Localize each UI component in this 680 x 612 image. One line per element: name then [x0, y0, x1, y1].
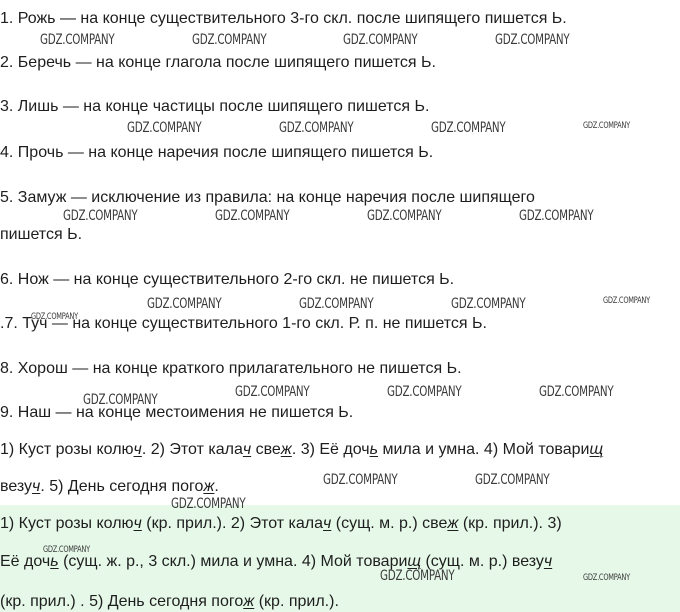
watermark: GDZ.COMPANY [519, 208, 594, 224]
watermark: GDZ.COMPANY [583, 121, 630, 131]
watermark: GDZ.COMPANY [475, 472, 550, 488]
watermark: GDZ.COMPANY [299, 296, 374, 312]
item-5: 5. Замуж — исключение из правила: на кон… [0, 189, 535, 206]
item-5-cont: пишется Ь. [0, 226, 83, 243]
watermark: GDZ.COMPANY [495, 32, 570, 48]
watermark: GDZ.COMPANY [147, 296, 222, 312]
watermark: GDZ.COMPANY [63, 208, 138, 224]
watermark: GDZ.COMPANY [215, 208, 290, 224]
watermark: GDZ.COMPANY [192, 32, 267, 48]
sentences-line-2: везуч. 5) День сегодня погож. [0, 478, 219, 495]
watermark: GDZ.COMPANY [127, 120, 202, 136]
item-2: 2. Беречь — на конце глагола после шипящ… [0, 54, 436, 71]
watermark: GDZ.COMPANY [603, 296, 650, 306]
watermark: GDZ.COMPANY [171, 496, 246, 512]
answer-line-1: 1) Куст розы колюч (кр. прил.). 2) Этот … [0, 515, 562, 532]
item-6: 6. Нож — на конце существительного 2-го … [0, 271, 455, 288]
watermark: GDZ.COMPANY [367, 208, 442, 224]
answer-line-3: (кр. прил.) . 5) День сегодня погож (кр.… [0, 593, 339, 610]
watermark: GDZ.COMPANY [431, 120, 506, 136]
item-8: 8. Хорош — на конце краткого прилагатель… [0, 360, 462, 377]
item-3: 3. Лишь — на конце частицы после шипящег… [0, 98, 430, 115]
watermark: GDZ.COMPANY [40, 32, 115, 48]
watermark: GDZ.COMPANY [380, 568, 455, 584]
watermark: GDZ.COMPANY [539, 384, 614, 400]
item-4: 4. Прочь — на конце наречия после шипяще… [0, 144, 434, 161]
item-1: 1. Рожь — на конце существительного 3-го… [0, 10, 567, 27]
watermark: GDZ.COMPANY [323, 472, 398, 488]
answer-line-2: Её дочь (сущ. ж. р., 3 скл.) мила и умна… [0, 553, 553, 570]
watermark: GDZ.COMPANY [583, 573, 630, 583]
watermark: GDZ.COMPANY [451, 296, 526, 312]
watermark: GDZ.COMPANY [31, 312, 78, 322]
item-9: 9. Наш — на конце местоимения не пишется… [0, 404, 354, 421]
watermark: GDZ.COMPANY [83, 392, 158, 408]
watermark: GDZ.COMPANY [43, 545, 90, 555]
watermark: GDZ.COMPANY [387, 384, 462, 400]
watermark: GDZ.COMPANY [235, 384, 310, 400]
watermark: GDZ.COMPANY [343, 32, 418, 48]
watermark: GDZ.COMPANY [279, 120, 354, 136]
sentences-line-1: 1) Куст розы колюч. 2) Этот калач свеж. … [0, 441, 604, 458]
